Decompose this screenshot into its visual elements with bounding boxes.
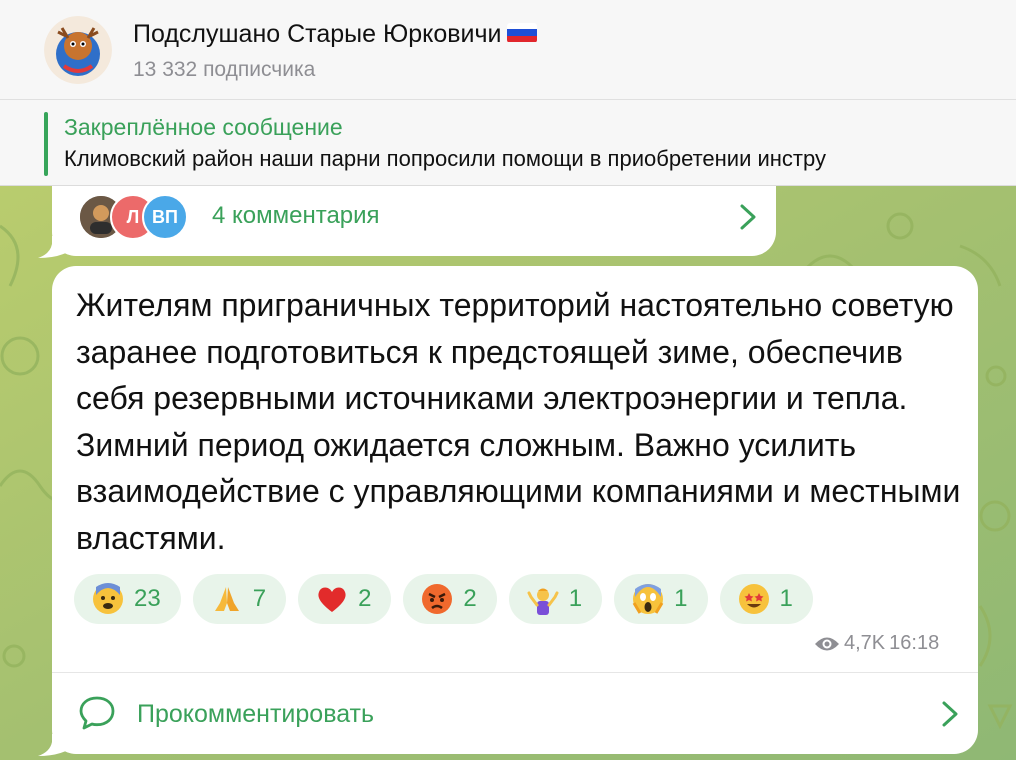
view-count: 4,7K: [844, 632, 886, 654]
subscriber-count: 13 332 подписчика: [133, 58, 316, 81]
pinned-indicator: [44, 112, 48, 176]
avatar-initials: Л: [126, 206, 140, 227]
reaction-pray[interactable]: 7: [192, 574, 287, 624]
comment-bubble-icon: [79, 696, 115, 730]
channel-title-text: Подслушано Старые Юрковичи: [133, 20, 502, 48]
angry-face-icon: [422, 584, 453, 614]
pinned-message[interactable]: Закреплённое сообщение Климовский район …: [0, 100, 1016, 186]
message-text: Жителям приграничных территорий настояте…: [76, 287, 961, 556]
folded-hands-icon: [214, 587, 239, 611]
commenter-avatars: Л ВП: [78, 194, 188, 240]
chevron-right-icon: [740, 204, 756, 230]
screaming-face-icon: [632, 584, 664, 614]
avatar-initials: ВП: [152, 206, 178, 227]
message-meta: 4,7K 16:18: [814, 632, 939, 655]
reaction-angry[interactable]: 2: [403, 574, 497, 624]
reaction-count: 2: [463, 585, 477, 612]
reaction-count: 2: [358, 585, 372, 612]
reaction-heart[interactable]: 2: [298, 574, 392, 624]
reaction-count: 23: [134, 585, 161, 612]
channel-avatar[interactable]: [44, 16, 112, 84]
red-heart-icon: [318, 587, 346, 612]
pinned-title: Закреплённое сообщение: [64, 114, 343, 140]
reaction-shrug[interactable]: 1: [508, 574, 603, 624]
reactions-bar: 23 7 2 2 1 1 1: [74, 574, 813, 624]
leave-comment-label: Прокомментировать: [137, 700, 375, 728]
star-struck-icon: [738, 584, 769, 614]
person-shrugging-icon: [527, 588, 559, 615]
channel-title[interactable]: Подслушано Старые Юрковичи: [133, 20, 538, 49]
avatar: ВП: [142, 194, 188, 240]
reaction-count: 1: [779, 585, 793, 612]
reaction-count: 7: [252, 585, 267, 612]
reaction-scream[interactable]: 1: [614, 574, 708, 624]
reaction-starstruck[interactable]: 1: [719, 574, 813, 624]
views-eye-icon: [815, 637, 839, 650]
comments-count[interactable]: 4 комментария: [212, 202, 380, 230]
fearful-face-icon: [93, 583, 123, 614]
pinned-text: Климовский район наши парни попросили по…: [64, 146, 826, 171]
message-time: 16:18: [889, 632, 940, 654]
bubble-tail: [38, 236, 76, 258]
reaction-count: 1: [674, 585, 688, 612]
reaction-count: 1: [568, 585, 583, 612]
chevron-right-icon: [942, 701, 958, 727]
russia-flag-icon: [507, 22, 538, 43]
chat-header: Подслушано Старые Юрковичи 13 332 подпис…: [0, 0, 1016, 100]
reaction-fearful[interactable]: 23: [74, 574, 181, 624]
